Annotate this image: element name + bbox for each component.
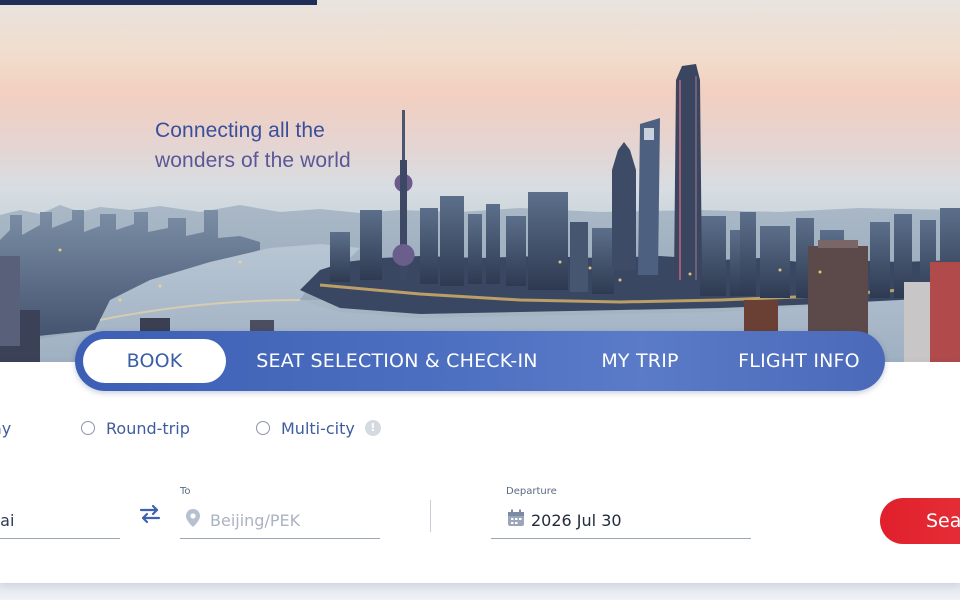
from-field[interactable]: hai	[0, 502, 120, 539]
to-placeholder: Beijing/PEK	[210, 510, 301, 530]
trip-option-round-trip[interactable]: Round-trip	[81, 418, 190, 438]
hero-tagline: Connecting all the wonders of the world	[155, 116, 415, 176]
page: Connecting all the wonders of the world …	[0, 0, 960, 600]
departure-field[interactable]: 2026 Jul 30	[491, 502, 751, 539]
city-skyline-illustration	[0, 64, 960, 362]
search-button[interactable]: Sea	[880, 498, 960, 544]
tab-flight-info[interactable]: FLIGHT INFO	[725, 339, 873, 383]
location-pin-icon	[186, 509, 200, 531]
to-field[interactable]: Beijing/PEK	[180, 502, 380, 539]
tagline-line-1: Connecting all the	[155, 119, 325, 142]
departure-label: Departure	[506, 486, 557, 497]
field-divider	[430, 500, 431, 532]
tab-seat-selection-check-in[interactable]: SEAT SELECTION & CHECK-IN	[247, 339, 547, 383]
hero-banner: Connecting all the wonders of the world	[0, 0, 960, 362]
tagline-line-2: wonders of the world	[155, 149, 351, 172]
radio-icon[interactable]	[81, 421, 95, 435]
bottom-strip	[0, 583, 960, 600]
trip-option-label: Multi-city	[281, 418, 355, 438]
top-accent-bar	[0, 0, 317, 5]
departure-value: 2026 Jul 30	[531, 510, 622, 530]
booking-form-panel: ay Round-trip Multi-city ! hai To	[0, 362, 960, 583]
calendar-icon	[507, 509, 525, 531]
trip-option-one-way[interactable]: ay	[0, 418, 11, 438]
radio-icon[interactable]	[256, 421, 270, 435]
tab-my-trip[interactable]: MY TRIP	[585, 339, 695, 383]
trip-option-label: Round-trip	[106, 418, 190, 438]
main-tabs: BOOK SEAT SELECTION & CHECK-IN MY TRIP F…	[75, 331, 885, 391]
trip-option-label: ay	[0, 418, 12, 438]
trip-option-multi-city[interactable]: Multi-city !	[256, 418, 381, 438]
info-icon[interactable]: !	[364, 420, 381, 436]
from-value: hai	[0, 510, 15, 530]
to-label: To	[180, 486, 191, 497]
swap-arrows-icon[interactable]	[138, 502, 162, 526]
tab-book[interactable]: BOOK	[83, 339, 226, 383]
